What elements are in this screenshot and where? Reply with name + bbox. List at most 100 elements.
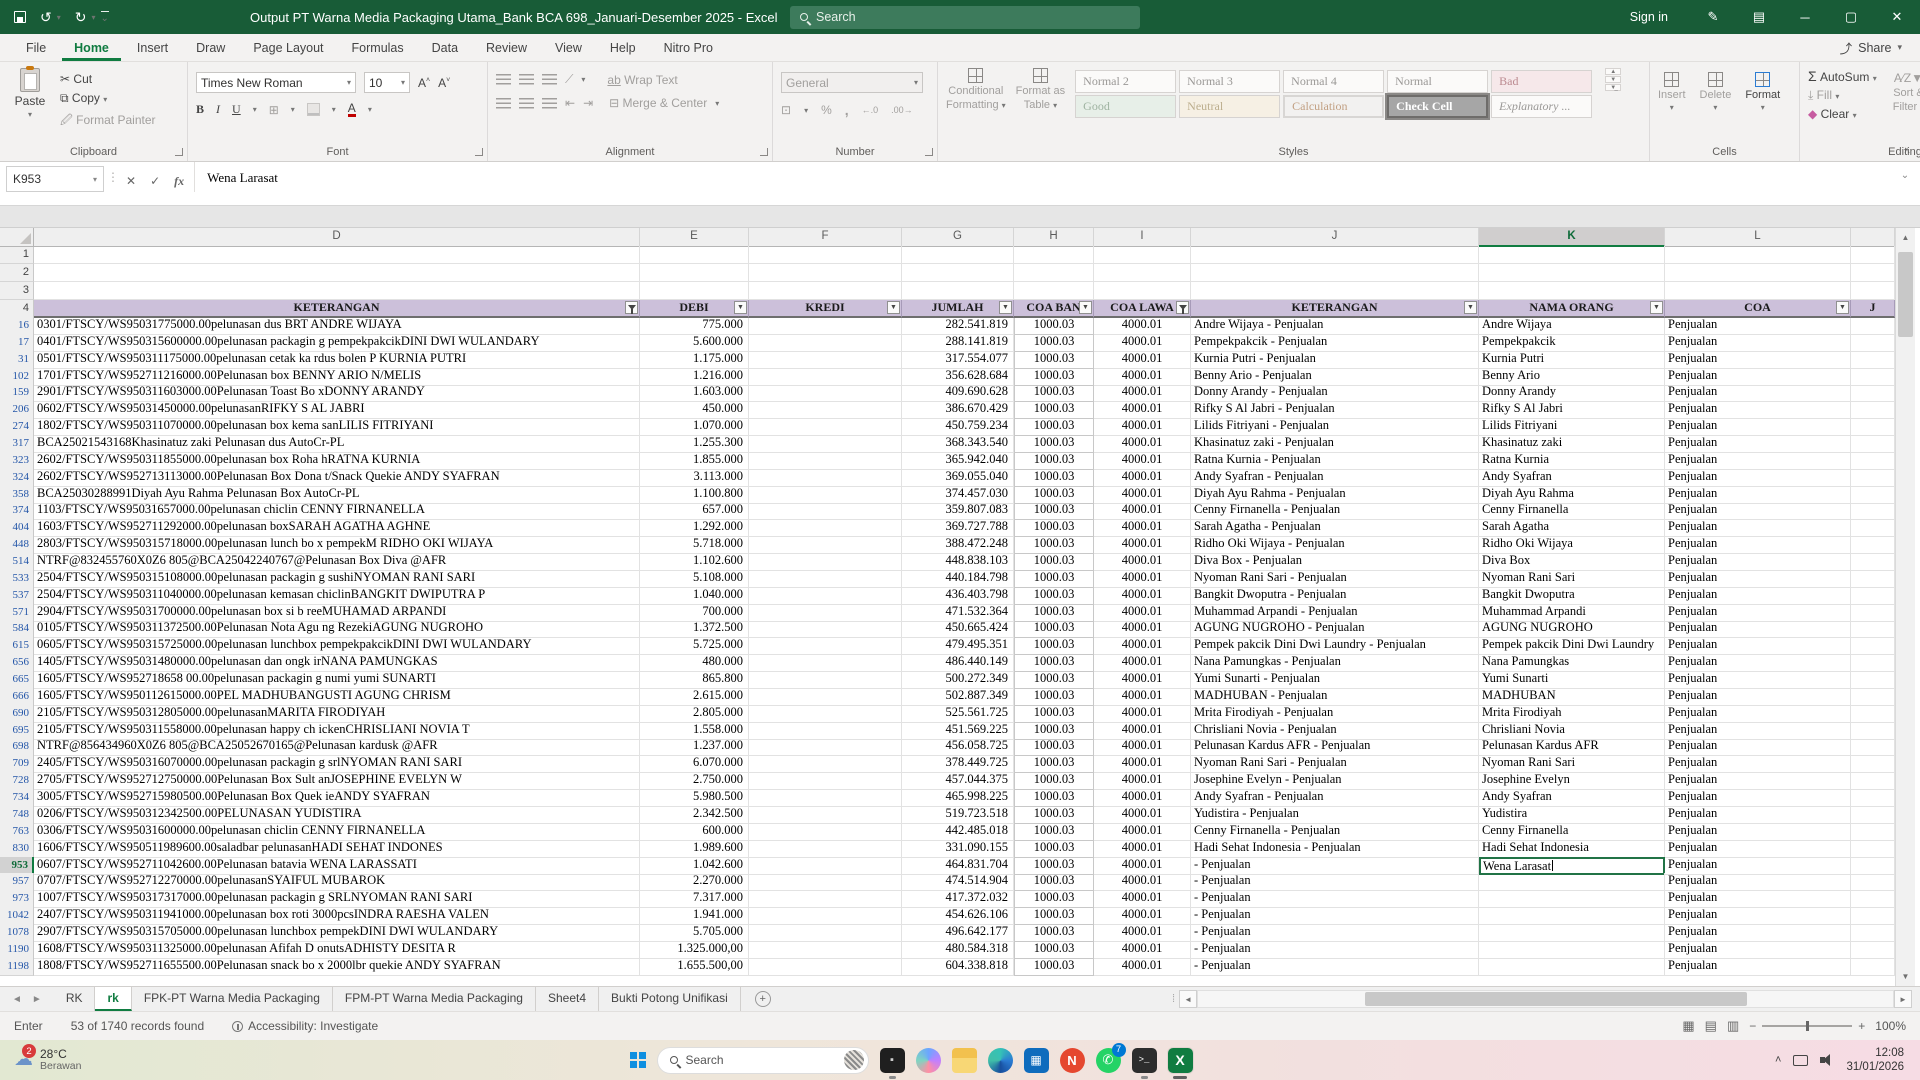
select-all-corner[interactable] [0, 228, 34, 247]
cell-coa[interactable]: Penjualan [1665, 705, 1851, 723]
cell-debit[interactable]: 3.113.000 [640, 469, 749, 487]
cell-keterangan[interactable]: 2907/FTSCY/WS950315705000.00pelunasan lu… [34, 924, 640, 942]
cell-coa[interactable]: Penjualan [1665, 604, 1851, 622]
cell-debit[interactable]: 1.292.000 [640, 519, 749, 537]
header-cell[interactable]: COA▼ [1665, 300, 1851, 318]
cell[interactable] [1851, 264, 1895, 282]
cell-coa-lawan[interactable]: 4000.01 [1094, 654, 1191, 672]
header-cell[interactable]: KREDI▼ [749, 300, 902, 318]
row-number[interactable]: 728 [0, 772, 34, 790]
cell-coa-bank[interactable]: 1000.03 [1014, 789, 1094, 807]
cell[interactable] [1094, 264, 1191, 282]
row-number[interactable]: 666 [0, 688, 34, 706]
row-number[interactable]: 358 [0, 486, 34, 504]
row-number[interactable]: 2 [0, 264, 34, 282]
sheet-nav-left-icon[interactable]: ◄ [12, 994, 22, 1005]
cell-coa-lawan[interactable]: 4000.01 [1094, 452, 1191, 470]
cell-coa[interactable]: Penjualan [1665, 418, 1851, 436]
titlebar-search[interactable]: Search [790, 6, 1140, 29]
cell-jumlah[interactable]: 454.626.106 [902, 907, 1014, 925]
align-right-icon[interactable] [542, 98, 557, 109]
cell[interactable] [1665, 282, 1851, 300]
tab-review[interactable]: Review [474, 36, 539, 61]
cell-debit[interactable]: 1.237.000 [640, 738, 749, 756]
sign-in-link[interactable]: Sign in [1608, 10, 1690, 24]
cell-keterangan-2[interactable]: Muhammad Arpandi - Penjualan [1191, 604, 1479, 622]
cell-next[interactable] [1851, 772, 1895, 790]
column-header-F[interactable]: F [749, 228, 902, 247]
row-number[interactable]: 1198 [0, 958, 34, 976]
row-number[interactable]: 763 [0, 823, 34, 841]
cell-coa-bank[interactable]: 1000.03 [1014, 553, 1094, 571]
cell-kredit[interactable] [749, 772, 902, 790]
cell-coa-bank[interactable]: 1000.03 [1014, 435, 1094, 453]
cell-debit[interactable]: 1.372.500 [640, 620, 749, 638]
taskbar-app-whatsapp[interactable]: ✆7 [1096, 1048, 1121, 1073]
cell-keterangan-2[interactable]: - Penjualan [1191, 924, 1479, 942]
cell-keterangan[interactable]: 1701/FTSCY/WS952711216000.00Pelunasan bo… [34, 368, 640, 386]
cell-keterangan[interactable]: BCA25030288991Diyah Ayu Rahma Pelunasan … [34, 486, 640, 504]
cell-coa-bank[interactable]: 1000.03 [1014, 840, 1094, 858]
cell-debit[interactable]: 1.102.600 [640, 553, 749, 571]
cell-debit[interactable]: 1.175.000 [640, 351, 749, 369]
cell-next[interactable] [1851, 368, 1895, 386]
number-format-select[interactable]: General▾ [781, 72, 923, 93]
cell-next[interactable] [1851, 351, 1895, 369]
cell-coa-lawan[interactable]: 4000.01 [1094, 418, 1191, 436]
cell-kredit[interactable] [749, 317, 902, 335]
cell-keterangan-2[interactable]: Andre Wijaya - Penjualan [1191, 317, 1479, 335]
cell-nama-orang[interactable]: Hadi Sehat Indonesia [1479, 840, 1665, 858]
row-number[interactable]: 695 [0, 722, 34, 740]
cell-coa-lawan[interactable]: 4000.01 [1094, 502, 1191, 520]
confirm-entry-icon[interactable]: ✓ [150, 174, 160, 188]
row-number[interactable]: 1190 [0, 941, 34, 959]
row-number[interactable]: 584 [0, 620, 34, 638]
cell-jumlah[interactable]: 450.759.234 [902, 418, 1014, 436]
cell-kredit[interactable] [749, 823, 902, 841]
cell-coa[interactable]: Penjualan [1665, 941, 1851, 959]
cell-coa-lawan[interactable]: 4000.01 [1094, 334, 1191, 352]
cell-next[interactable] [1851, 435, 1895, 453]
cell-coa-bank[interactable]: 1000.03 [1014, 570, 1094, 588]
cell-coa-lawan[interactable]: 4000.01 [1094, 351, 1191, 369]
cell-keterangan-2[interactable]: Chrisliani Novia - Penjualan [1191, 722, 1479, 740]
cell[interactable] [640, 264, 749, 282]
cell-coa-bank[interactable]: 1000.03 [1014, 486, 1094, 504]
cell-debit[interactable]: 865.800 [640, 671, 749, 689]
clipboard-dialog-launcher[interactable] [175, 148, 183, 156]
cell-coa[interactable]: Penjualan [1665, 873, 1851, 891]
cell-keterangan[interactable]: 1603/FTSCY/WS952711292000.00pelunasan bo… [34, 519, 640, 537]
cell-keterangan[interactable]: 1808/FTSCY/WS952711655500.00Pelunasan sn… [34, 958, 640, 976]
cell-coa[interactable]: Penjualan [1665, 486, 1851, 504]
cell[interactable] [1094, 246, 1191, 264]
cell-debit[interactable]: 1.941.000 [640, 907, 749, 925]
ribbon-display-options-icon[interactable]: ▤ [1736, 0, 1782, 34]
cell-kredit[interactable] [749, 351, 902, 369]
cell-debit[interactable]: 1.070.000 [640, 418, 749, 436]
cell-debit[interactable]: 7.317.000 [640, 890, 749, 908]
row-number[interactable]: 1042 [0, 907, 34, 925]
cell-next[interactable] [1851, 604, 1895, 622]
cell-debit[interactable]: 6.070.000 [640, 755, 749, 773]
cell-next[interactable] [1851, 789, 1895, 807]
cell-keterangan-2[interactable]: Pempekpakcik - Penjualan [1191, 334, 1479, 352]
cell-keterangan-2[interactable]: Yudistira - Penjualan [1191, 806, 1479, 824]
cell[interactable] [1851, 246, 1895, 264]
style-option[interactable]: Calculation [1283, 95, 1384, 118]
row-number[interactable]: 317 [0, 435, 34, 453]
cell-jumlah[interactable]: 386.670.429 [902, 401, 1014, 419]
font-dialog-launcher[interactable] [475, 148, 483, 156]
cell-nama-orang[interactable]: MADHUBAN [1479, 688, 1665, 706]
cell-kredit[interactable] [749, 705, 902, 723]
cell-keterangan-2[interactable]: Nyoman Rani Sari - Penjualan [1191, 570, 1479, 588]
cell-next[interactable] [1851, 705, 1895, 723]
cell-next[interactable] [1851, 637, 1895, 655]
cell-nama-orang[interactable]: Pempek pakcik Dini Dwi Laundry [1479, 637, 1665, 655]
underline-button[interactable]: U [232, 102, 241, 117]
cell-coa-bank[interactable]: 1000.03 [1014, 755, 1094, 773]
cell-debit[interactable]: 2.805.000 [640, 705, 749, 723]
cell-coa[interactable]: Penjualan [1665, 688, 1851, 706]
cell-coa-lawan[interactable]: 4000.01 [1094, 553, 1191, 571]
cell-coa-bank[interactable]: 1000.03 [1014, 384, 1094, 402]
cell-nama-orang[interactable]: Andre Wijaya [1479, 317, 1665, 335]
